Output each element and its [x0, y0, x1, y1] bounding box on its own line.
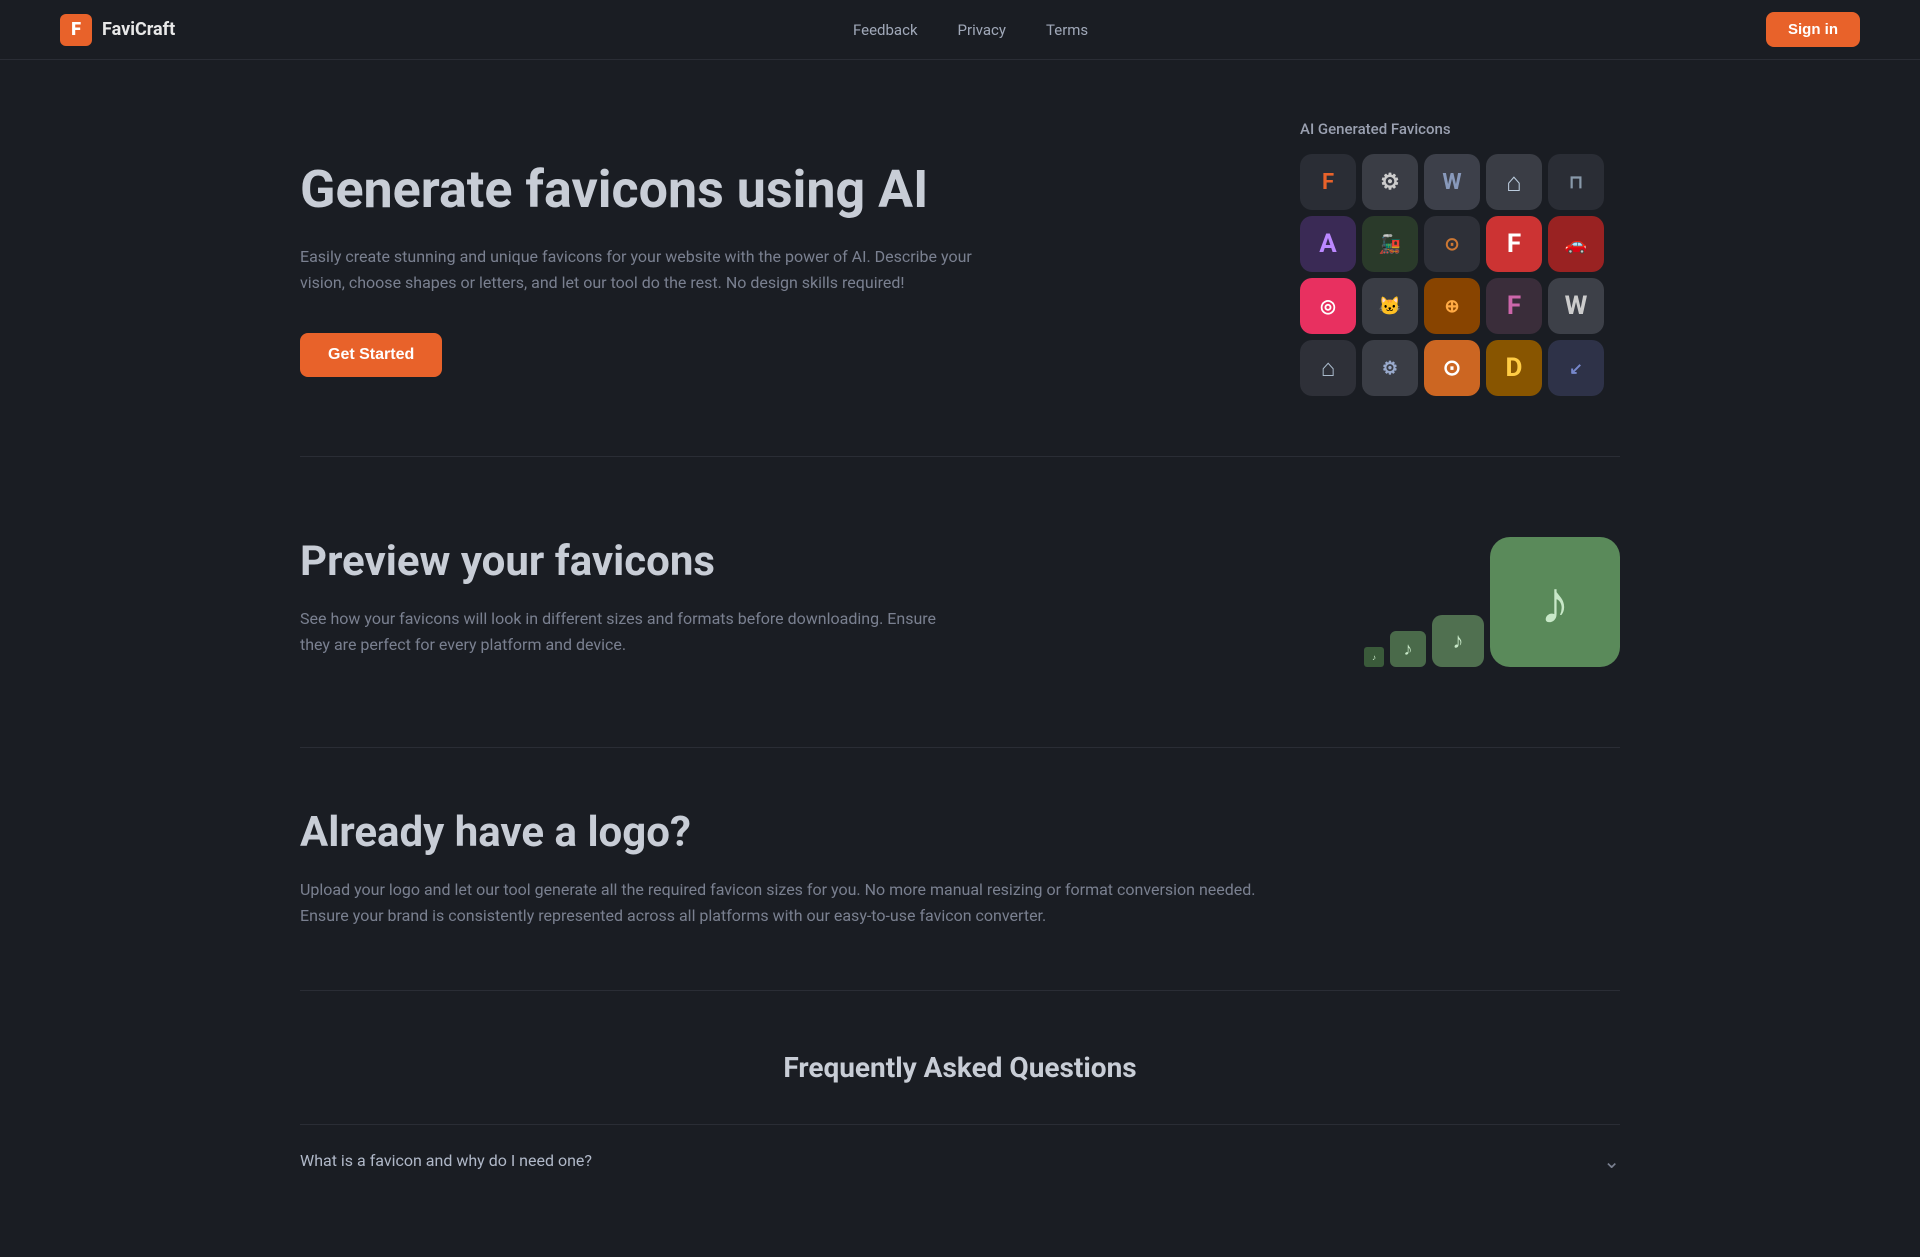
favicon-cell: W — [1424, 154, 1480, 210]
hero-section: Generate favicons using AI Easily create… — [300, 60, 1620, 457]
hero-text: Generate favicons using AI Easily create… — [300, 120, 980, 377]
favicon-cell: ↙ — [1548, 340, 1604, 396]
favicon-cell: 🚗 — [1548, 216, 1604, 272]
favicon-cell: F — [1486, 278, 1542, 334]
favicon-cell: ⊓ — [1548, 154, 1604, 210]
favicons-panel: AI Generated Favicons F ⚙ W ⌂ ⊓ A 🚂 ⊙ F … — [1300, 120, 1620, 396]
favicons-grid: F ⚙ W ⌂ ⊓ A 🚂 ⊙ F 🚗 ◎ 🐱 ⊕ F W ⌂ ⚙ — [1300, 154, 1604, 396]
favicon-cell: ⊙ — [1424, 340, 1480, 396]
chevron-down-icon: ⌄ — [1603, 1149, 1620, 1173]
get-started-button[interactable]: Get Started — [300, 333, 442, 377]
navbar: F FaviCraft Feedback Privacy Terms Sign … — [0, 0, 1920, 60]
nav-link-privacy[interactable]: Privacy — [958, 21, 1006, 39]
favicon-cell: ◎ — [1300, 278, 1356, 334]
hero-description: Easily create stunning and unique favico… — [300, 244, 980, 297]
favicon-cell: W — [1548, 278, 1604, 334]
favicon-cell: 🚂 — [1362, 216, 1418, 272]
favicon-cell: D — [1486, 340, 1542, 396]
faq-item-0[interactable]: What is a favicon and why do I need one?… — [300, 1124, 1620, 1197]
preview-title: Preview your favicons — [300, 537, 950, 586]
preview-description: See how your favicons will look in diffe… — [300, 606, 950, 659]
preview-icon-medium: ♪ — [1432, 615, 1484, 667]
sign-in-button[interactable]: Sign in — [1766, 12, 1860, 47]
faq-title: Frequently Asked Questions — [300, 1051, 1620, 1084]
faq-section: Frequently Asked Questions What is a fav… — [300, 991, 1620, 1257]
favicon-cell: F — [1300, 154, 1356, 210]
preview-visual: ♪ ♪ ♪ ♪ — [1320, 517, 1620, 687]
favicon-cell: A — [1300, 216, 1356, 272]
logo-section-title: Already have a logo? — [300, 808, 1620, 857]
logo-section: Already have a logo? Upload your logo an… — [300, 748, 1620, 991]
preview-icon-small: ♪ — [1390, 631, 1426, 667]
favicons-panel-title: AI Generated Favicons — [1300, 120, 1451, 138]
preview-icon-large: ♪ — [1490, 537, 1620, 667]
favicon-cell: ⚙ — [1362, 340, 1418, 396]
favicon-cell: F — [1486, 216, 1542, 272]
favicon-cell: 🐱 — [1362, 278, 1418, 334]
nav-logo[interactable]: F FaviCraft — [60, 14, 175, 46]
favicon-cell: ⊙ — [1424, 216, 1480, 272]
preview-icon-tiny: ♪ — [1364, 647, 1384, 667]
hero-title: Generate favicons using AI — [300, 160, 980, 220]
logo-section-description: Upload your logo and let our tool genera… — [300, 877, 1260, 930]
favicon-cell: ⊕ — [1424, 278, 1480, 334]
logo-icon: F — [60, 14, 92, 46]
preview-text: Preview your favicons See how your favic… — [300, 517, 950, 659]
faq-question-0: What is a favicon and why do I need one? — [300, 1151, 592, 1170]
nav-links: Feedback Privacy Terms — [853, 21, 1088, 39]
preview-section: Preview your favicons See how your favic… — [300, 457, 1620, 748]
favicon-cell: ⚙ — [1362, 154, 1418, 210]
favicon-cell: ⌂ — [1486, 154, 1542, 210]
favicon-cell: ⌂ — [1300, 340, 1356, 396]
nav-link-feedback[interactable]: Feedback — [853, 21, 918, 39]
nav-link-terms[interactable]: Terms — [1046, 21, 1088, 39]
logo-name: FaviCraft — [102, 19, 175, 40]
